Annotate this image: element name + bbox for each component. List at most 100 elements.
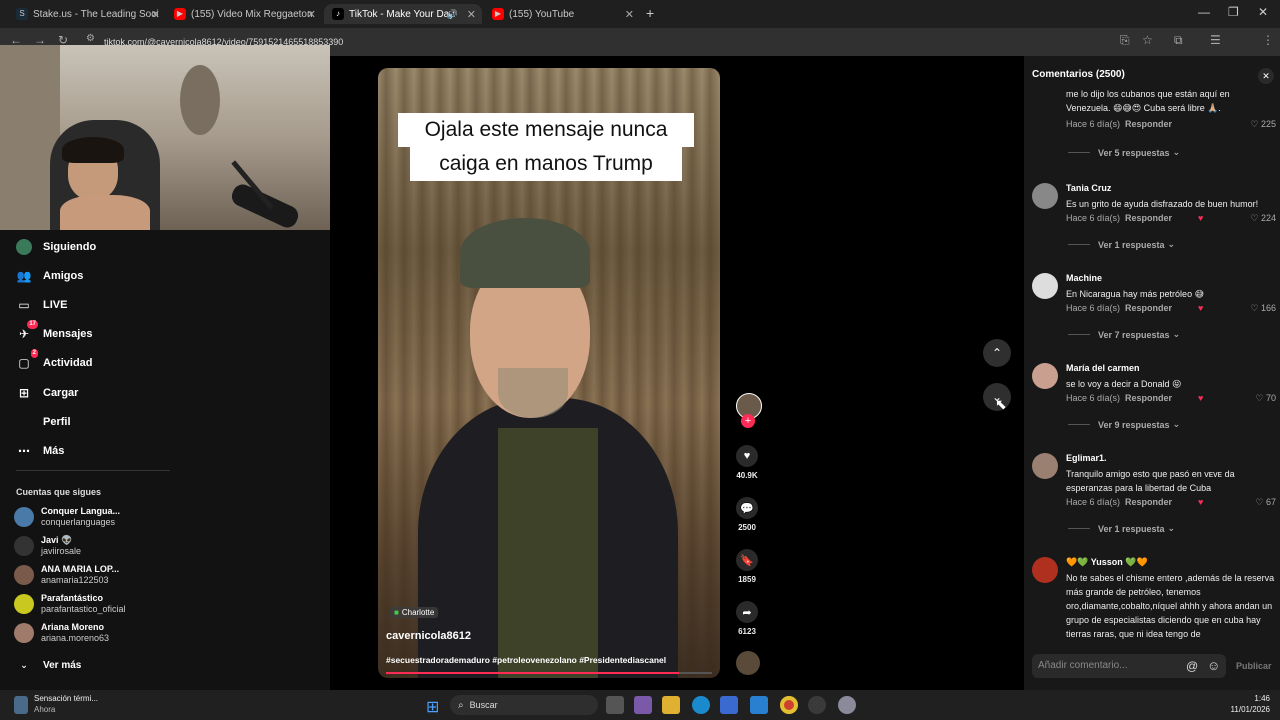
site-info-icon[interactable]: ⚙: [86, 33, 95, 44]
avatar: [14, 536, 34, 556]
close-tab-icon[interactable]: ✕: [467, 8, 476, 21]
taskbar-search[interactable]: ⌕ Buscar: [450, 695, 598, 715]
comment-username[interactable]: Machine: [1066, 273, 1102, 283]
post-comment-button[interactable]: Publicar: [1236, 661, 1272, 671]
tab-youtube[interactable]: ▶ (155) YouTube ✕: [484, 4, 640, 24]
messages-badge: 17: [27, 320, 38, 329]
comment-like[interactable]: ♡ 67: [1255, 497, 1276, 508]
task-view-icon[interactable]: [606, 696, 624, 714]
search-label: Buscar: [469, 700, 498, 710]
reading-list-icon[interactable]: ☰: [1210, 33, 1221, 47]
view-replies-button[interactable]: Ver 1 respuesta ⌄: [1068, 239, 1175, 250]
weather-title[interactable]: Sensación térmi...: [34, 694, 98, 703]
edge-icon[interactable]: [692, 696, 710, 714]
extensions-icon[interactable]: ⧉: [1174, 33, 1183, 48]
reply-button[interactable]: Responder: [1125, 497, 1172, 507]
like-button[interactable]: ♥ 40.9K: [736, 445, 758, 480]
sidebar-item-upload[interactable]: ⊞ Cargar: [16, 385, 79, 401]
video-progress-track[interactable]: [386, 672, 712, 674]
follow-plus-icon[interactable]: +: [741, 414, 755, 428]
share-button[interactable]: ➦ 6123: [736, 601, 758, 636]
view-replies-button[interactable]: Ver 5 respuestas ⌄: [1068, 147, 1180, 158]
reply-button[interactable]: Responder: [1125, 213, 1172, 223]
followed-account[interactable]: Javi 👽 javiirosale: [14, 535, 81, 557]
settings-icon[interactable]: [838, 696, 856, 714]
save-button[interactable]: 🔖 1859: [736, 549, 758, 584]
avatar[interactable]: [1032, 273, 1058, 299]
view-replies-label: Ver 7 respuestas: [1098, 329, 1170, 340]
account-name: Ariana Moreno: [41, 622, 105, 632]
account-name: Javi 👽: [41, 535, 73, 545]
comment-button[interactable]: 💬 2500: [736, 497, 758, 532]
clock-time[interactable]: 1:46: [1210, 694, 1270, 703]
comment-like[interactable]: ♡ 166: [1250, 303, 1276, 314]
comment-like[interactable]: ♡ 225: [1250, 119, 1276, 130]
file-explorer-icon[interactable]: [662, 696, 680, 714]
comments-panel: Comentarios (2500) ✕ me lo dijo los cuba…: [1024, 56, 1280, 690]
comment-icon: 💬: [736, 497, 758, 519]
youtube-favicon-icon: ▶: [492, 8, 504, 20]
avatar[interactable]: [1032, 183, 1058, 209]
store-icon[interactable]: [720, 696, 738, 714]
see-more-link[interactable]: ⌄ Ver más: [16, 657, 81, 673]
comment-username[interactable]: María del carmen: [1066, 363, 1140, 373]
bookmark-star-icon[interactable]: ☆: [1142, 33, 1153, 47]
previous-video-button[interactable]: ⌃: [983, 339, 1011, 367]
close-window-icon[interactable]: ✕: [1258, 5, 1268, 19]
reply-button[interactable]: Responder: [1125, 303, 1172, 313]
sound-disc-icon[interactable]: [736, 651, 760, 675]
sidebar-item-more[interactable]: ⋯ Más: [16, 443, 64, 459]
followed-account[interactable]: Ariana Moreno ariana.moreno63: [14, 622, 109, 644]
app-icon[interactable]: [634, 696, 652, 714]
speaker-icon[interactable]: 🔊: [447, 9, 458, 20]
install-icon[interactable]: ⎘: [1120, 33, 1130, 48]
reply-button[interactable]: Responder: [1125, 119, 1172, 129]
sidebar-item-label: LIVE: [43, 299, 68, 311]
account-name: ANA MARIA LOP...: [41, 564, 120, 574]
followed-account[interactable]: Conquer Langua... conquerlanguages: [14, 506, 120, 528]
comment-like[interactable]: ♡ 70: [1255, 393, 1276, 404]
video-hashtags[interactable]: #secuestradorademaduro #petroleovenezola…: [386, 655, 716, 665]
chrome-icon[interactable]: [780, 696, 798, 714]
mention-icon[interactable]: @: [1186, 659, 1198, 673]
avatar[interactable]: [1032, 557, 1058, 583]
close-tab-icon[interactable]: ✕: [151, 8, 160, 21]
view-replies-button[interactable]: Ver 9 respuestas ⌄: [1068, 419, 1180, 430]
followed-account[interactable]: ANA MARIA LOP... anamaria122503: [14, 564, 119, 586]
sidebar-item-messages[interactable]: ✈ 17 Mensajes: [16, 320, 93, 342]
tab-stake[interactable]: S Stake.us - The Leading Social C ✕: [8, 4, 166, 24]
comment-username[interactable]: 🧡💚 Yusson 💚🧡: [1066, 557, 1148, 568]
sound-tag[interactable]: ■ Charlotte: [390, 607, 439, 618]
menu-icon[interactable]: ⋮: [1262, 33, 1274, 47]
tab-tiktok[interactable]: ♪ TikTok - Make Your Day 🔊 ✕: [324, 4, 482, 24]
comment-username[interactable]: Tania Cruz: [1066, 183, 1111, 193]
emoji-icon[interactable]: ☺: [1207, 658, 1220, 673]
minimize-icon[interactable]: —: [1198, 5, 1210, 19]
reply-button[interactable]: Responder: [1125, 393, 1172, 403]
app-icon[interactable]: [750, 696, 768, 714]
sidebar-item-profile[interactable]: Perfil: [16, 414, 71, 430]
windows-start-icon[interactable]: ⊞: [426, 697, 439, 717]
sidebar-item-live[interactable]: ▭ LIVE: [16, 297, 67, 313]
view-replies-button[interactable]: Ver 7 respuestas ⌄: [1068, 329, 1180, 340]
view-replies-button[interactable]: Ver 1 respuesta ⌄: [1068, 523, 1175, 534]
comment-like[interactable]: ♡ 224: [1250, 213, 1276, 224]
new-tab-icon[interactable]: +: [646, 5, 654, 21]
clock-date[interactable]: 11/01/2026: [1210, 705, 1270, 714]
close-comments-icon[interactable]: ✕: [1258, 68, 1274, 84]
chevron-up-icon: ⌃: [991, 346, 1003, 360]
obs-icon[interactable]: [808, 696, 826, 714]
close-tab-icon[interactable]: ✕: [307, 8, 316, 21]
video-author[interactable]: cavernicola8612: [386, 630, 471, 642]
weather-icon[interactable]: [14, 696, 28, 714]
avatar[interactable]: [1032, 363, 1058, 389]
comment-username[interactable]: Eglimar1.: [1066, 453, 1107, 463]
maximize-icon[interactable]: ❐: [1228, 5, 1239, 19]
tab-video-mix[interactable]: ▶ (155) Video Mix Reggaeton Vie ✕: [166, 4, 322, 24]
followed-account[interactable]: Parafantástico parafantastico_oficial: [14, 593, 126, 615]
close-tab-icon[interactable]: ✕: [625, 8, 634, 21]
sidebar-item-activity[interactable]: ▢ 2 Actividad: [16, 349, 93, 371]
sidebar-item-friends[interactable]: 👥 Amigos: [16, 268, 84, 284]
sidebar-item-following[interactable]: Siguiendo: [16, 239, 96, 255]
avatar[interactable]: [1032, 453, 1058, 479]
